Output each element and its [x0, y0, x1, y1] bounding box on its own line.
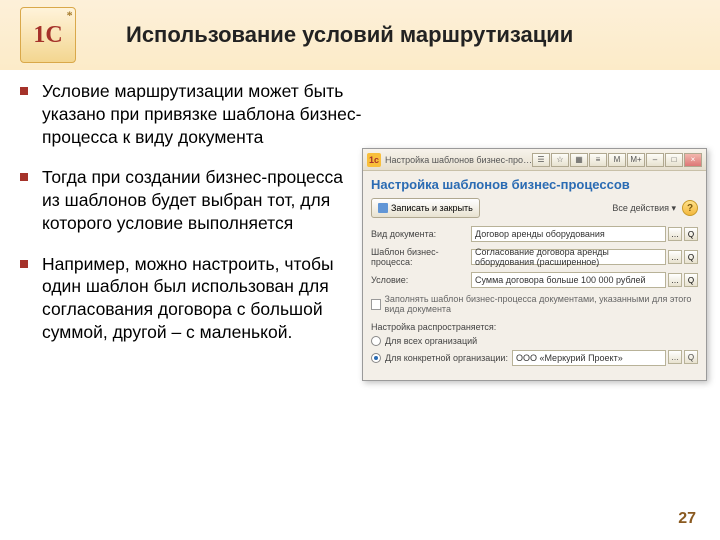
- radio-specific-org-label: Для конкретной организации:: [385, 353, 508, 363]
- all-actions-menu[interactable]: Все действия ▾: [612, 203, 676, 214]
- condition-field[interactable]: Сумма договора больше 100 000 рублей: [471, 272, 666, 288]
- open-icon[interactable]: Q: [684, 227, 698, 241]
- help-button[interactable]: ?: [682, 200, 698, 216]
- list-item: Например, можно настроить, чтобы один ша…: [20, 253, 365, 344]
- mplus-icon[interactable]: M+: [627, 153, 645, 167]
- template-label: Шаблон бизнес-процесса:: [371, 247, 471, 267]
- bullet-text: Например, можно настроить, чтобы один ша…: [42, 253, 365, 344]
- open-icon[interactable]: Q: [684, 273, 698, 287]
- close-button[interactable]: ×: [684, 153, 702, 167]
- bullet-icon: [20, 260, 28, 268]
- bullet-icon: [20, 87, 28, 95]
- clear-icon[interactable]: …: [668, 250, 682, 264]
- clear-icon[interactable]: …: [668, 227, 682, 241]
- fill-template-checkbox[interactable]: [371, 299, 381, 310]
- form-heading: Настройка шаблонов бизнес-процессов: [371, 177, 698, 192]
- radio-specific-org[interactable]: [371, 353, 381, 363]
- slide-header: 1C Использование условий маршрутизации: [0, 0, 720, 70]
- open-icon[interactable]: Q: [684, 250, 698, 264]
- doc-type-label: Вид документа:: [371, 229, 471, 239]
- mbar-icon[interactable]: M: [608, 153, 626, 167]
- bars-icon[interactable]: ≡: [589, 153, 607, 167]
- save-close-button[interactable]: Записать и закрыть: [371, 198, 480, 218]
- bullet-icon: [20, 173, 28, 181]
- slide-title: Использование условий маршрутизации: [126, 22, 573, 48]
- save-close-label: Записать и закрыть: [391, 203, 473, 213]
- window-title: Настройка шаблонов бизнес-про… (1С:Предп…: [385, 155, 532, 165]
- app-window: 1c Настройка шаблонов бизнес-про… (1С:Пр…: [362, 148, 707, 381]
- condition-label: Условие:: [371, 275, 471, 285]
- template-field[interactable]: Согласование договора аренды оборудовани…: [471, 249, 666, 265]
- calc-icon[interactable]: ☰: [532, 153, 550, 167]
- list-item: Условие маршрутизации может быть указано…: [20, 80, 365, 148]
- bullet-text: Тогда при создании бизнес-процесса из ша…: [42, 166, 365, 234]
- doc-type-field[interactable]: Договор аренды оборудования: [471, 226, 666, 242]
- fill-template-label: Заполнять шаблон бизнес-процесса докумен…: [385, 294, 699, 314]
- radio-all-orgs[interactable]: [371, 336, 381, 346]
- bullet-text: Условие маршрутизации может быть указано…: [42, 80, 365, 148]
- form-toolbar: Записать и закрыть Все действия ▾ ?: [371, 198, 698, 218]
- open-icon[interactable]: Q: [684, 350, 698, 364]
- grid-icon[interactable]: ▦: [570, 153, 588, 167]
- disk-icon: [378, 203, 388, 213]
- star-icon[interactable]: ☆: [551, 153, 569, 167]
- list-item: Тогда при создании бизнес-процесса из ша…: [20, 166, 365, 234]
- window-titlebar: 1c Настройка шаблонов бизнес-про… (1С:Пр…: [363, 149, 706, 171]
- logo-1c: 1C: [20, 7, 76, 63]
- bullet-list: Условие маршрутизации может быть указано…: [20, 80, 365, 362]
- scope-section-label: Настройка распространяется:: [371, 322, 698, 332]
- maximize-button[interactable]: □: [665, 153, 683, 167]
- app-icon: 1c: [367, 153, 381, 167]
- page-number: 27: [678, 510, 696, 528]
- org-field[interactable]: ООО «Меркурий Проект»: [512, 350, 666, 366]
- clear-icon[interactable]: …: [668, 350, 682, 364]
- minimize-button[interactable]: –: [646, 153, 664, 167]
- clear-icon[interactable]: …: [668, 273, 682, 287]
- radio-all-orgs-label: Для всех организаций: [385, 336, 477, 346]
